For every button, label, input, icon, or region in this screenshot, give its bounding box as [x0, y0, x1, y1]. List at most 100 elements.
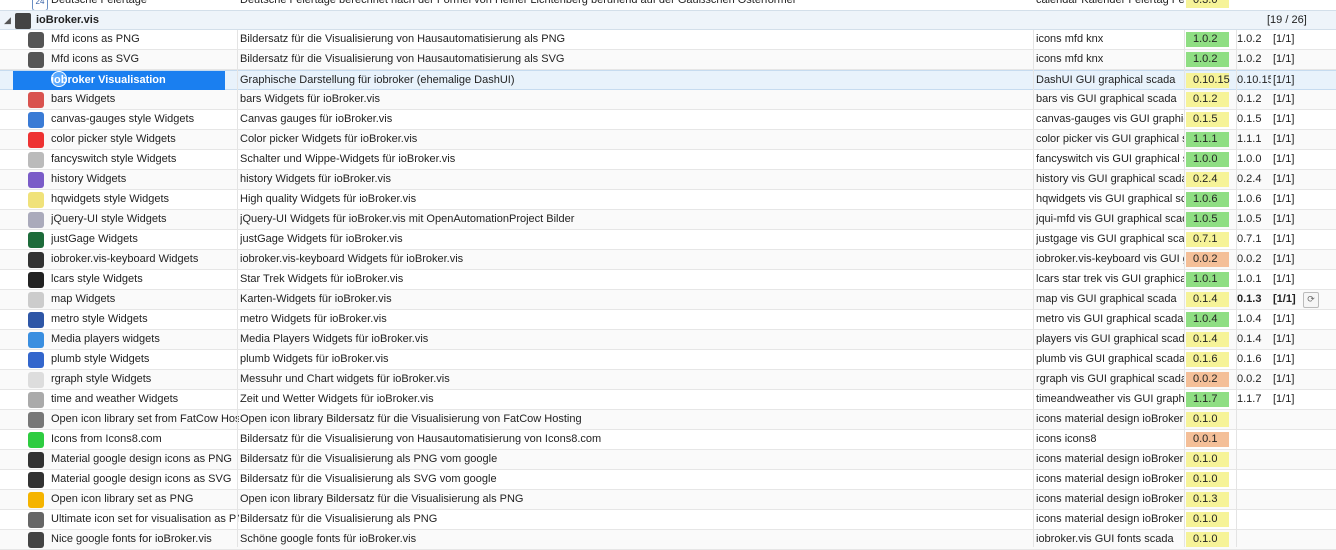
instance-count: [1/1] [1273, 373, 1295, 385]
table-row[interactable]: map Widgets Karten-Widgets für ioBroker.v… [0, 290, 1336, 310]
instance-count: [1/1] [1273, 173, 1295, 185]
adapter-name: hqwidgets style Widgets [51, 193, 169, 205]
star-icon [28, 492, 44, 508]
version-badge: 0.1.0 [1186, 512, 1229, 527]
adapter-keywords: players vis GUI graphical scada [1036, 333, 1184, 345]
update-button[interactable]: ⟳ [1303, 290, 1325, 309]
table-row[interactable]: fancyswitch style Widgets Schalter und Wi… [0, 150, 1336, 170]
gauge-icon [28, 232, 44, 248]
waveform-icon [28, 172, 44, 188]
adapter-name: Mfd icons as SVG [51, 53, 140, 65]
available-version: 0.1.0 [1186, 510, 1236, 529]
version-badge: 1.0.0 [1186, 152, 1229, 167]
adapter-description: Bildersatz für die Visualisierung als PN… [240, 453, 498, 465]
instance-count: [1/1] [1273, 393, 1295, 405]
table-row[interactable]: Open icon library set from FatCow Hostin… [0, 410, 1336, 430]
table-row[interactable]: canvas-gauges style Widgets Canvas gauges… [0, 110, 1336, 130]
adapter-name: canvas-gauges style Widgets [51, 113, 195, 125]
table-row[interactable]: history Widgets history Widgets für ioBro… [0, 170, 1336, 190]
table-row[interactable]: plumb style Widgets plumb Widgets für ioB… [0, 350, 1336, 370]
adapter-keywords: fancyswitch vis GUI graphical sc [1036, 153, 1184, 165]
available-version: 0.7.1 [1186, 230, 1236, 249]
adapter-description: Bildersatz für die Visualisierung von Ha… [240, 33, 566, 45]
selected-name-cell[interactable]: iobroker Visualisation [13, 71, 225, 90]
table-row[interactable]: Mfd icons as PNG Bildersatz für die Visua… [0, 30, 1336, 50]
table-row[interactable]: iobroker Visualisation Graphische Darstel… [0, 70, 1336, 90]
vis-group-icon [15, 13, 31, 29]
installed-version: 1.0.1 [1237, 273, 1262, 285]
adapter-keywords: plumb vis GUI graphical scada [1036, 353, 1184, 365]
instance-count: [1/1] [1273, 253, 1295, 265]
table-row[interactable]: hqwidgets style Widgets High quality Widg… [0, 190, 1336, 210]
table-row[interactable]: Material google design icons as SVG Bilde… [0, 470, 1336, 490]
table-row[interactable]: Media players widgets Media Players Widge… [0, 330, 1336, 350]
version-badge: 0.10.15 [1186, 73, 1230, 88]
version-badge: 0.1.6 [1186, 352, 1229, 367]
available-version: 0.2.4 [1186, 170, 1236, 189]
table-row[interactable]: Material google design icons as PNG Bilde… [0, 450, 1336, 470]
table-row[interactable]: time and weather Widgets Zeit und Wetter … [0, 390, 1336, 410]
adapter-keywords: icons icons8 [1036, 433, 1097, 445]
available-version: 1.0.1 [1186, 270, 1236, 289]
table-row[interactable]: Mfd icons as SVG Bildersatz für die Visua… [0, 50, 1336, 70]
available-version: 0.1.0 [1186, 470, 1236, 489]
available-version: 1.0.2 [1186, 50, 1236, 69]
collapse-triangle-icon[interactable]: ◢ [4, 11, 11, 30]
table-row[interactable]: metro style Widgets metro Widgets für ioB… [0, 310, 1336, 330]
available-version: 1.0.6 [1186, 190, 1236, 209]
version-badge: 0.0.1 [1186, 432, 1229, 447]
adapter-keywords: hqwidgets vis GUI graphical sca [1036, 193, 1184, 205]
version-badge: 1.0.2 [1186, 52, 1229, 67]
installed-version: 1.0.0 [1237, 153, 1262, 165]
adapter-name: time and weather Widgets [51, 393, 179, 405]
table-row[interactable]: iobroker.vis-keyboard Widgets iobroker.vi… [0, 250, 1336, 270]
adapter-name: history Widgets [51, 173, 127, 185]
table-row[interactable]: Open icon library set as PNG Open icon li… [0, 490, 1336, 510]
available-version: 0.0.2 [1186, 250, 1236, 269]
table-row[interactable]: color picker style Widgets Color picker W… [0, 130, 1336, 150]
android-icon [28, 472, 44, 488]
adapter-description: justGage Widgets für ioBroker.vis [240, 233, 403, 245]
house-outline-icon [28, 32, 44, 48]
instance-count: [1/1] [1273, 213, 1295, 225]
adapter-description: jQuery-UI Widgets für ioBroker.vis mit O… [240, 213, 575, 225]
table-row[interactable]: Ultimate icon set for visualisation as P… [0, 510, 1336, 530]
adapter-keywords: bars vis GUI graphical scada [1036, 93, 1177, 105]
installed-version: 0.1.6 [1237, 353, 1262, 365]
table-row[interactable]: justGage Widgets justGage Widgets für ioB… [0, 230, 1336, 250]
adapter-name: Material google design icons as SVG [51, 473, 232, 485]
adapter-description: plumb Widgets für ioBroker.vis [240, 353, 389, 365]
version-badge: 0.1.0 [1186, 472, 1229, 487]
table-row[interactable]: rgraph style Widgets Messuhr und Chart wi… [0, 370, 1336, 390]
table-row[interactable]: bars Widgets bars Widgets für ioBroker.vi… [0, 90, 1336, 110]
adapter-description: Media Players Widgets für ioBroker.vis [240, 333, 429, 345]
version-badge: 1.1.1 [1186, 132, 1229, 147]
available-version: 0.1.0 [1186, 450, 1236, 469]
adapter-description: Bildersatz für die Visualisierung als PN… [240, 513, 438, 525]
table-row[interactable]: Nice google fonts for ioBroker.vis Schöne… [0, 530, 1336, 550]
instance-count: [1/1] [1273, 333, 1295, 345]
table-row[interactable]: lcars style Widgets Star Trek Widgets für… [0, 270, 1336, 290]
available-version: 1.0.5 [1186, 210, 1236, 229]
adapter-keywords: icons material design ioBroker [1036, 453, 1184, 465]
table-row[interactable]: Icons from Icons8.com Bildersatz für die … [0, 430, 1336, 450]
instance-count: [1/1] [1273, 133, 1295, 145]
installed-version: 0.2.4 [1237, 173, 1262, 185]
switch-icon [28, 152, 44, 168]
android-icon [28, 452, 44, 468]
house-outline-icon [28, 512, 44, 528]
thermometer-icon [28, 352, 44, 368]
installed-version: 1.0.2 [1237, 33, 1262, 45]
version-badge: 0.1.0 [1186, 412, 1229, 427]
adapter-description: Color picker Widgets für ioBroker.vis [240, 133, 418, 145]
installed-version: 1.0.5 [1237, 213, 1262, 225]
instance-count: [1/1] [1273, 33, 1295, 45]
adapter-keywords: icons material design ioBroker [1036, 513, 1184, 525]
group-row-iobroker-vis[interactable]: ◢ ioBroker.vis [19 / 26] [0, 10, 1336, 30]
table-row[interactable]: jQuery-UI style Widgets jQuery-UI Widgets… [0, 210, 1336, 230]
column-separator [237, 30, 238, 547]
instance-count: [1/1] [1273, 113, 1295, 125]
adapter-description: Deutsche Feiertage berechnet nach der Fo… [240, 0, 796, 6]
instance-count: [1/1] [1273, 74, 1295, 86]
installed-version: 0.1.4 [1237, 333, 1262, 345]
